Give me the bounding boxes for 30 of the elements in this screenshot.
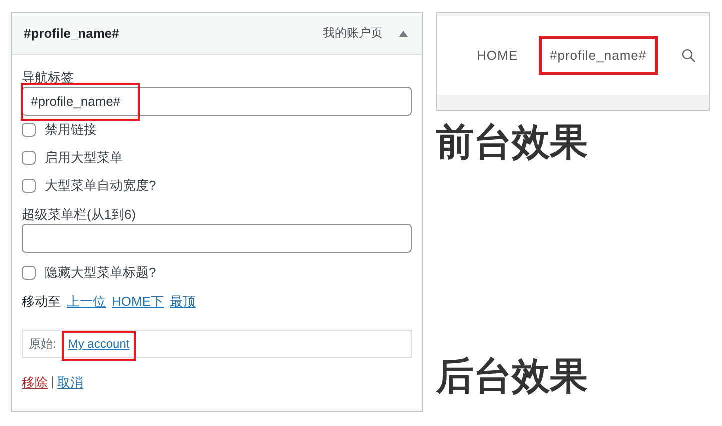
separator: | — [51, 374, 54, 391]
nav-link[interactable]: HOME — [466, 36, 529, 75]
caption: 前台效果 — [436, 119, 589, 165]
search-icon[interactable] — [682, 48, 696, 62]
checkbox[interactable] — [22, 151, 36, 165]
original-link[interactable]: My account — [68, 337, 130, 351]
checkbox[interactable] — [22, 179, 36, 193]
item-type: 我的账户页 — [323, 25, 383, 42]
field-label: 导航标签 — [22, 69, 74, 87]
cancel-link[interactable]: 取消 — [57, 374, 84, 392]
panel-title: #profile_name# — [24, 26, 120, 41]
checkbox-label: 禁用链接 — [45, 121, 97, 139]
move-link[interactable]: 上一位 — [67, 293, 106, 311]
move-link[interactable]: 最顶 — [170, 293, 196, 311]
nav-link[interactable]: #profile_name# — [539, 36, 658, 75]
checkbox-label: 大型菜单自动宽度? — [45, 177, 156, 195]
checkbox-label: 启用大型菜单 — [45, 149, 123, 167]
original-label: 原始: — [29, 336, 56, 352]
checkbox-label: 隐藏大型菜单标题? — [45, 264, 156, 282]
move-link[interactable]: HOME下 — [112, 293, 164, 311]
input-field[interactable] — [22, 224, 412, 253]
input-field[interactable]: #profile_name# — [22, 87, 412, 116]
move-label: 移动至 — [22, 293, 61, 311]
caption: 后台效果 — [436, 353, 589, 399]
remove-link[interactable]: 移除 — [22, 374, 48, 392]
checkbox[interactable] — [22, 266, 36, 280]
panel-header[interactable]: #profile_name# 我的账户页 — [12, 13, 422, 55]
collapse-icon[interactable] — [399, 30, 408, 36]
field-label: 超级菜单栏(从1到6) — [22, 206, 136, 224]
checkbox[interactable] — [22, 123, 36, 137]
